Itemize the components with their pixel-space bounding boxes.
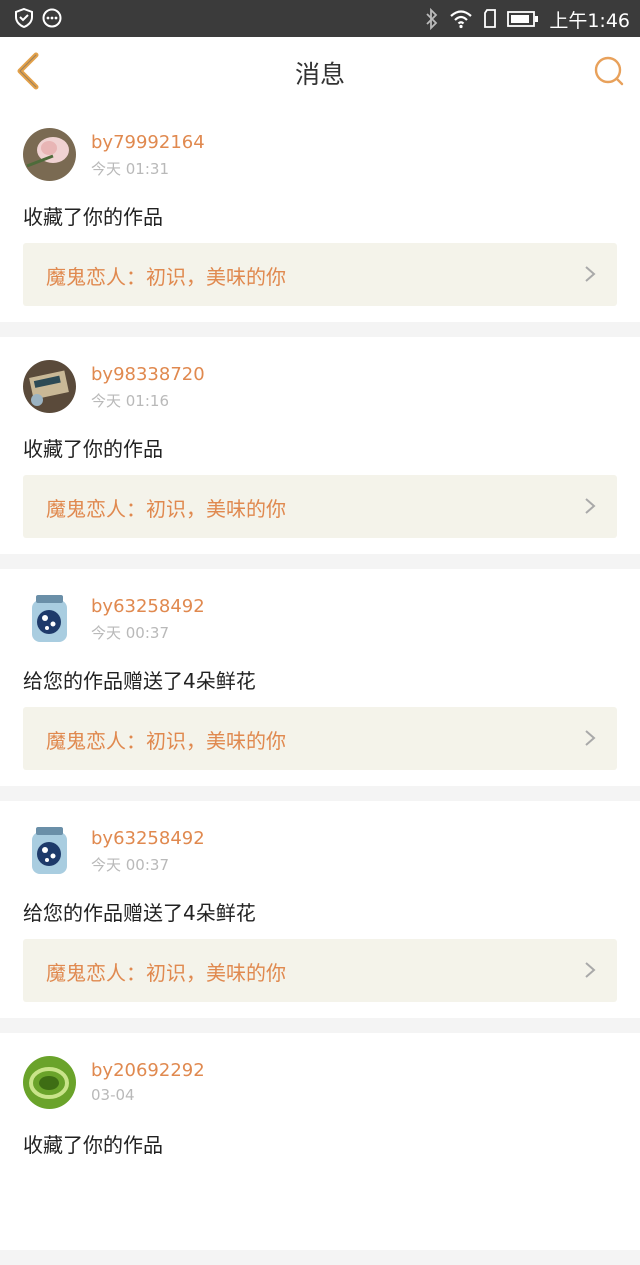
avatar[interactable] — [23, 128, 76, 181]
work-link[interactable]: 魔鬼恋人：初识，美味的你 — [23, 707, 617, 770]
wifi-icon — [450, 10, 473, 29]
message-text: 收藏了你的作品 — [23, 205, 163, 229]
message-item: by63258492 今天 00:37 给您的作品赠送了4朵鲜花 魔鬼恋人：初识… — [0, 801, 640, 1018]
avatar[interactable] — [23, 360, 76, 413]
message-item: by79992164 今天 01:31 收藏了你的作品 魔鬼恋人：初识，美味的你 — [0, 105, 640, 322]
message-text: 收藏了你的作品 — [23, 1133, 163, 1157]
page-title: 消息 — [294, 60, 345, 89]
message-time: 今天 00:37 — [91, 856, 169, 874]
work-title: 魔鬼恋人：初识，美味的你 — [46, 961, 286, 985]
app-header: 消息 — [0, 37, 640, 106]
work-link[interactable]: 魔鬼恋人：初识，美味的你 — [23, 243, 617, 306]
chevron-right-icon — [585, 266, 596, 282]
sim-card-icon — [484, 9, 497, 28]
username-link[interactable]: by79992164 — [91, 132, 205, 153]
message-time: 今天 01:16 — [91, 392, 169, 410]
avatar[interactable] — [23, 1056, 76, 1109]
message-time: 今天 01:31 — [91, 160, 169, 178]
message-text: 收藏了你的作品 — [23, 437, 163, 461]
message-time: 03-04 — [91, 1086, 135, 1104]
search-icon[interactable] — [592, 54, 626, 88]
message-item: by63258492 今天 00:37 给您的作品赠送了4朵鲜花 魔鬼恋人：初识… — [0, 569, 640, 786]
work-link[interactable]: 魔鬼恋人：初识，美味的你 — [23, 475, 617, 538]
bluetooth-icon — [426, 8, 438, 30]
message-time: 今天 00:37 — [91, 624, 169, 642]
message-text: 给您的作品赠送了4朵鲜花 — [23, 669, 256, 693]
username-link[interactable]: by20692292 — [91, 1060, 205, 1081]
work-title: 魔鬼恋人：初识，美味的你 — [46, 729, 286, 753]
work-link[interactable]: 魔鬼恋人：初识，美味的你 — [23, 939, 617, 1002]
status-bar: 上午1:46 — [0, 0, 640, 37]
work-title: 魔鬼恋人：初识，美味的你 — [46, 497, 286, 521]
username-link[interactable]: by63258492 — [91, 596, 205, 617]
battery-icon — [507, 11, 539, 27]
chevron-right-icon — [585, 962, 596, 978]
message-text: 给您的作品赠送了4朵鲜花 — [23, 901, 256, 925]
username-link[interactable]: by63258492 — [91, 828, 205, 849]
avatar[interactable] — [23, 592, 76, 645]
chat-bubble-icon — [42, 8, 62, 28]
message-list: by79992164 今天 01:31 收藏了你的作品 魔鬼恋人：初识，美味的你… — [0, 105, 640, 1265]
avatar[interactable] — [23, 824, 76, 877]
username-link[interactable]: by98338720 — [91, 364, 205, 385]
message-item: by98338720 今天 01:16 收藏了你的作品 魔鬼恋人：初识，美味的你 — [0, 337, 640, 554]
status-time: 上午1:46 — [549, 9, 630, 32]
work-title: 魔鬼恋人：初识，美味的你 — [46, 265, 286, 289]
chevron-right-icon — [585, 498, 596, 514]
shield-icon — [15, 8, 33, 28]
chevron-right-icon — [585, 730, 596, 746]
message-item: by20692292 03-04 收藏了你的作品 — [0, 1033, 640, 1250]
